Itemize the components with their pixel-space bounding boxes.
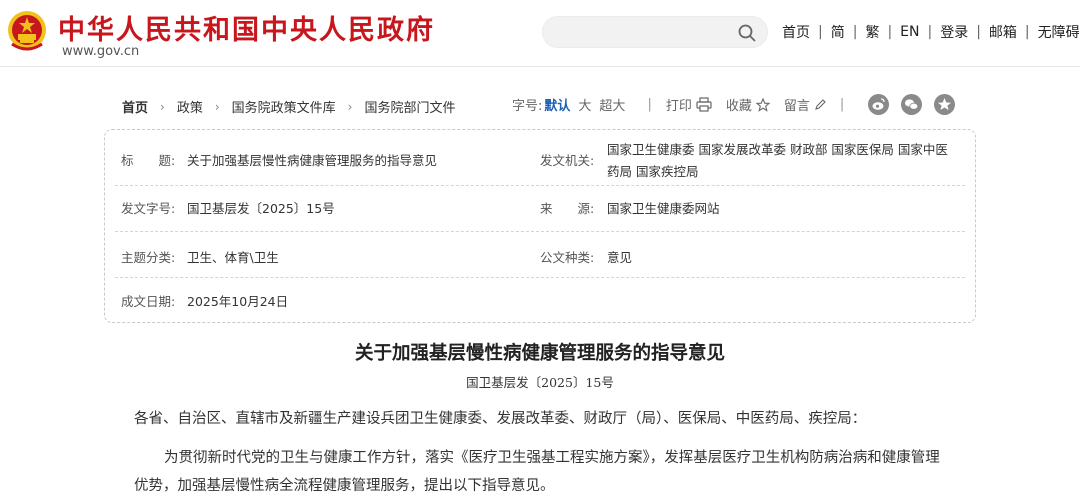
info-row-date: 成文日期: 2025年10月24日 (115, 278, 965, 322)
nav-separator: | (1024, 24, 1030, 40)
category-label: 主题分类: (121, 250, 176, 265)
national-emblem-icon[interactable] (6, 8, 48, 54)
chevron-right-icon: › (214, 99, 220, 114)
doctype-label: 公文种类: (540, 250, 595, 265)
site-url: www.gov.cn (62, 44, 140, 59)
font-size-label: 字号: (512, 99, 543, 114)
article-toolbar: 字号: 默认 大 超大 | 打印 收藏 留言 | (512, 95, 858, 114)
comment-label: 留言 (783, 99, 810, 114)
favorite-label: 收藏 (725, 99, 752, 114)
info-row-title: 标 题: 关于加强基层慢性病健康管理服务的指导意见 发文机关: 国家卫生健康委 … (115, 130, 965, 186)
header-divider (0, 66, 1080, 67)
nav-separator: | (976, 24, 981, 40)
info-row-docno: 发文字号: 国卫基层发〔2025〕15号 来 源: 国家卫生健康委网站 (115, 186, 965, 232)
printer-icon (696, 97, 712, 112)
title-label: 标 题: (121, 153, 176, 168)
article-paragraph: 各省、自治区、直辖市及新疆生产建设兵团卫生健康委、发展改革委、财政厅（局）、医保… (134, 411, 867, 427)
nav-login[interactable]: 登录 (940, 22, 968, 42)
nav-english[interactable]: EN (900, 24, 919, 40)
top-nav: 首页 | 简 | 繁 | EN | 登录 | 邮箱 | 无障碍 (782, 22, 1080, 42)
nav-separator: | (818, 24, 823, 40)
source-label: 来 源: (540, 201, 595, 216)
article-paragraph: 为贯彻新时代党的卫生与健康工作方针，落实《医疗卫生强基工程实施方案》，发挥基层医… (134, 450, 940, 494)
qzone-star-icon (938, 98, 951, 110)
search-input[interactable] (555, 22, 725, 42)
nav-separator: | (927, 24, 933, 40)
date-value: 2025年10月24日 (187, 294, 289, 309)
nav-mailbox[interactable]: 邮箱 (989, 22, 1017, 42)
info-row-category: 主题分类: 卫生、体育\卫生 公文种类: 意见 (115, 232, 965, 278)
nav-separator: | (887, 24, 893, 40)
star-icon (755, 97, 770, 112)
print-button[interactable]: 打印 (666, 95, 712, 114)
nav-accessibility[interactable]: 无障碍 (1038, 22, 1080, 42)
issuer-value-line2: 药局 国家疾控局 (607, 164, 699, 179)
favorite-button[interactable]: 收藏 (726, 95, 770, 114)
font-size-default[interactable]: 默认 (544, 95, 570, 114)
site-header: 中华人民共和国中央人民政府 www.gov.cn 首页 | 简 | 繁 | EN… (0, 0, 1080, 66)
search-box (542, 16, 768, 48)
weibo-glyph-icon (872, 98, 885, 110)
comment-button[interactable]: 留言 (784, 95, 826, 114)
issuer-value-line1: 国家卫生健康委 国家发展改革委 财政部 国家医保局 国家中医 (607, 142, 948, 157)
print-label: 打印 (665, 99, 692, 114)
font-size-large[interactable]: 大 (578, 95, 591, 114)
search-icon[interactable] (737, 23, 757, 43)
doctype-value: 意见 (607, 250, 633, 265)
article-doc-number: 国卫基层发〔2025〕15号 (466, 375, 614, 390)
nav-traditional[interactable]: 繁 (865, 22, 879, 42)
chevron-right-icon: › (347, 99, 353, 114)
source-value: 国家卫生健康委网站 (607, 201, 720, 216)
site-title[interactable]: 中华人民共和国中央人民政府 (58, 8, 435, 47)
wechat-glyph-icon (904, 99, 919, 110)
category-value: 卫生、体育\卫生 (187, 250, 279, 265)
title-value: 关于加强基层慢性病健康管理服务的指导意见 (187, 153, 438, 168)
nav-separator: | (852, 24, 858, 40)
docno-value: 国卫基层发〔2025〕15号 (187, 201, 335, 216)
weibo-icon[interactable] (868, 94, 889, 115)
breadcrumb-policy[interactable]: 政策 (177, 97, 203, 116)
article-title: 关于加强基层慢性病健康管理服务的指导意见 (354, 343, 725, 364)
toolbar-separator: | (839, 97, 845, 112)
breadcrumb: 首页 › 政策 › 国务院政策文件库 › 国务院部门文件 (122, 97, 456, 117)
breadcrumb-department-docs[interactable]: 国务院部门文件 (364, 97, 455, 116)
breadcrumb-policy-library[interactable]: 国务院政策文件库 (232, 97, 336, 116)
docno-label: 发文字号: (121, 201, 176, 216)
pencil-icon (815, 99, 826, 110)
wechat-icon[interactable] (901, 94, 922, 115)
nav-simplified[interactable]: 简 (831, 22, 845, 42)
date-label: 成文日期: (121, 294, 176, 309)
document-info-box: 标 题: 关于加强基层慢性病健康管理服务的指导意见 发文机关: 国家卫生健康委 … (104, 129, 976, 323)
chevron-right-icon: › (160, 99, 165, 114)
nav-home[interactable]: 首页 (782, 22, 810, 42)
toolbar-separator: | (647, 97, 652, 112)
qzone-icon[interactable] (934, 94, 955, 115)
font-size-extra-large[interactable]: 超大 (599, 95, 625, 114)
breadcrumb-home[interactable]: 首页 (122, 97, 148, 116)
issuer-label: 发文机关: (540, 153, 595, 168)
